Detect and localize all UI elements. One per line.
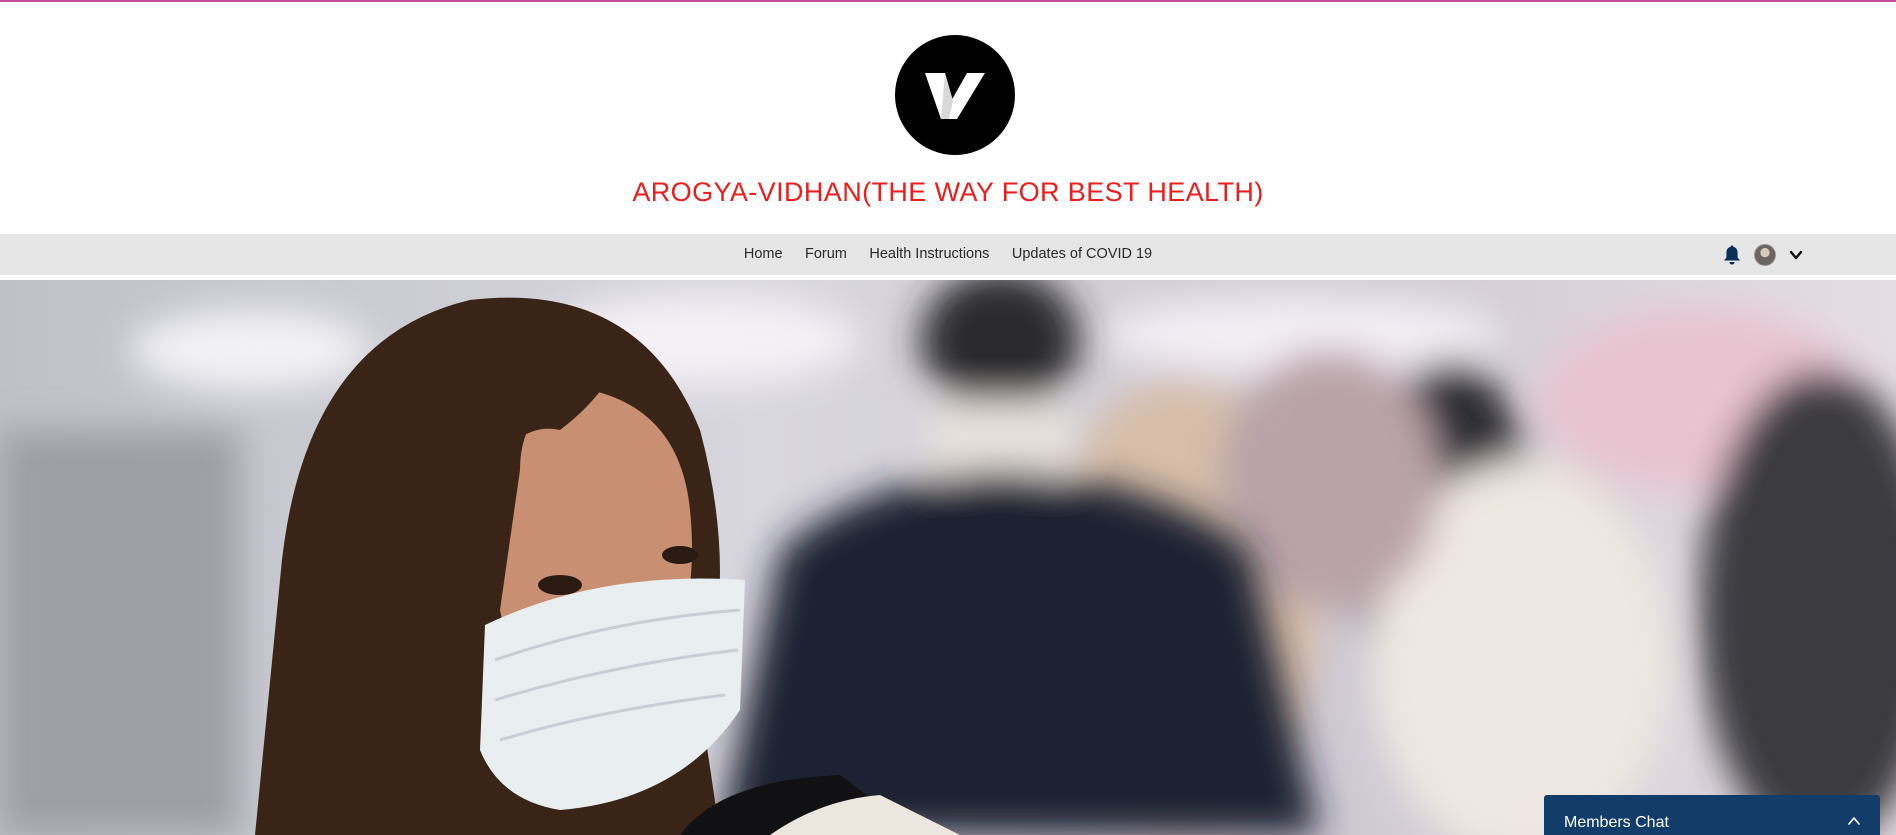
woman-wearing-face-mask-photo [0,280,1896,835]
main-navigation: Home Forum Health Instructions Updates o… [0,234,1896,275]
site-title: AROGYA-VIDHAN(THE WAY FOR BEST HEALTH) [632,177,1264,207]
nav-item-home[interactable]: Home [744,234,783,275]
nav-item-forum[interactable]: Forum [805,234,847,275]
nav-item-health-instructions[interactable]: Health Instructions [869,234,989,275]
site-header: AROGYA-VIDHAN(THE WAY FOR BEST HEALTH) [0,2,1896,234]
members-chat-widget[interactable]: Members Chat [1544,795,1880,835]
bell-icon[interactable] [1722,244,1742,266]
chevron-up-icon[interactable] [1846,815,1862,827]
hero-image [0,280,1896,835]
nav-menu: Home Forum Health Instructions Updates o… [0,234,1896,275]
v-logo-icon [925,73,985,119]
chevron-down-icon[interactable] [1788,248,1804,262]
nav-item-covid-updates[interactable]: Updates of COVID 19 [1012,234,1152,275]
avatar[interactable] [1754,244,1776,266]
site-logo[interactable] [895,35,1015,155]
chat-title: Members Chat [1564,814,1669,831]
